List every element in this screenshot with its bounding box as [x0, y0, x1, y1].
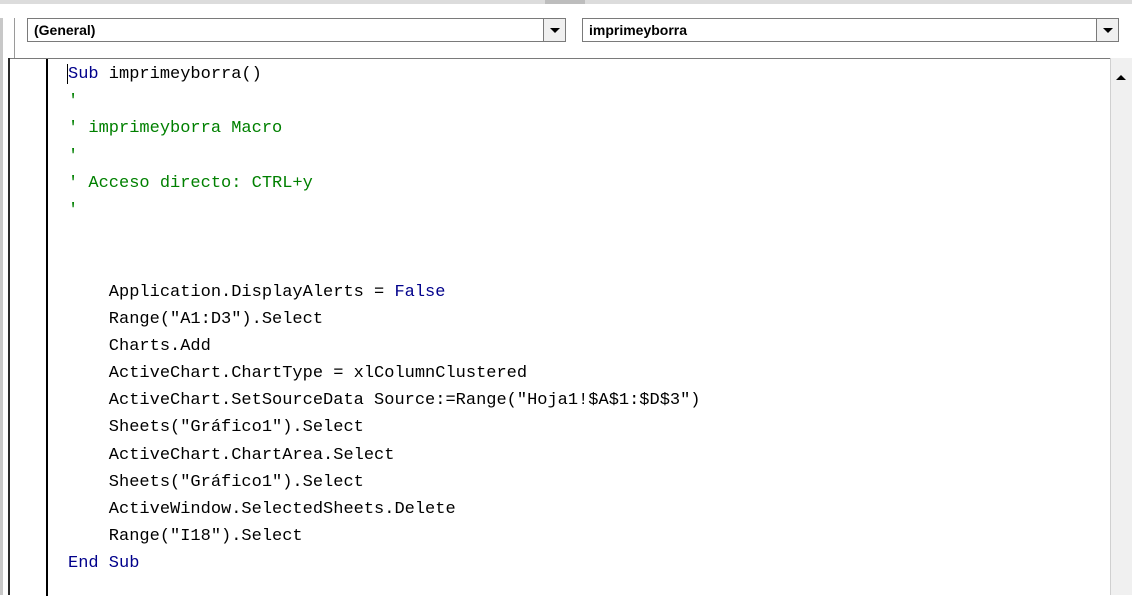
code-text[interactable]: Sub imprimeyborra() ' ' imprimeyborra Macr…: [68, 61, 701, 578]
code-line[interactable]: Sheets("Gráfico1").Select: [68, 414, 701, 441]
code-token: ActiveWindow.SelectedSheets.Delete: [68, 500, 456, 519]
scroll-up-icon: [1116, 75, 1126, 80]
chevron-down-icon: [1103, 28, 1113, 33]
object-combobox-dropdown-button[interactable]: [543, 19, 565, 41]
code-line[interactable]: Range("I18").Select: [68, 523, 701, 550]
code-line[interactable]: [68, 224, 701, 251]
object-combobox-value: (General): [34, 22, 96, 38]
comment-token: ' imprimeyborra Macro: [68, 119, 283, 139]
code-token: Application.DisplayAlerts =: [68, 282, 395, 302]
keyword-token: Sub: [68, 65, 99, 84]
code-line[interactable]: Sheets("Gráfico1").Select: [68, 469, 701, 496]
code-token: imprimeyborra(): [98, 65, 262, 84]
code-line[interactable]: ActiveChart.ChartType = xlColumnClustere…: [68, 360, 701, 387]
code-line[interactable]: ' Acceso directo: CTRL+y: [68, 170, 701, 197]
window-left-edge-inner: [14, 18, 15, 58]
code-line[interactable]: Sub imprimeyborra(): [68, 61, 701, 88]
margin-indicator-bar: [46, 59, 48, 596]
keyword-token: End Sub: [68, 554, 140, 574]
window-left-edge: [0, 18, 3, 595]
code-line[interactable]: ': [68, 143, 701, 170]
vertical-scrollbar[interactable]: [1110, 58, 1132, 595]
code-line[interactable]: ': [68, 88, 701, 115]
procedure-combobox-dropdown-button[interactable]: [1096, 19, 1118, 41]
scroll-up-button[interactable]: [1111, 68, 1132, 88]
procedure-combobox-value: imprimeyborra: [589, 22, 688, 38]
code-line[interactable]: ActiveChart.ChartArea.Select: [68, 442, 701, 469]
code-line[interactable]: Range("A1:D3").Select: [68, 306, 701, 333]
code-token: Range("I18").Select: [68, 527, 303, 547]
comment-token: ' Acceso directo: CTRL+y: [68, 173, 313, 193]
code-line[interactable]: [68, 251, 701, 278]
code-line[interactable]: Application.DisplayAlerts = False: [68, 279, 701, 306]
code-line[interactable]: ActiveChart.SetSourceData Source:=Range(…: [68, 387, 701, 414]
editor-left-border: [8, 58, 10, 595]
code-line[interactable]: End Sub: [68, 550, 701, 577]
procedure-combobox[interactable]: imprimeyborra: [582, 18, 1119, 42]
chevron-down-icon: [550, 28, 560, 33]
code-token: ActiveChart.SetSourceData Source:=Range(…: [68, 391, 701, 411]
code-editor[interactable]: Sub imprimeyborra() ' ' imprimeyborra Macr…: [10, 58, 1110, 596]
code-line[interactable]: ' imprimeyborra Macro: [68, 115, 701, 142]
splitter-handle[interactable]: [545, 0, 585, 4]
code-window-toolbar: (General) imprimeyborra: [0, 0, 1132, 58]
code-token: ActiveChart.ChartArea.Select: [68, 445, 395, 465]
keyword-token: False: [394, 282, 446, 302]
code-token: Charts.Add: [68, 336, 211, 356]
comment-token: ': [68, 92, 79, 112]
code-token: ActiveChart.ChartType = xlColumnClustere…: [68, 364, 528, 384]
code-token: Sheets("Gráfico1").Select: [68, 418, 364, 438]
code-token: Sheets("Gráfico1").Select: [68, 472, 364, 492]
code-line[interactable]: ActiveWindow.SelectedSheets.Delete: [68, 496, 701, 523]
code-token: Range("A1:D3").Select: [68, 309, 324, 329]
object-combobox[interactable]: (General): [27, 18, 566, 42]
comment-token: ': [68, 200, 79, 220]
comment-token: ': [68, 146, 79, 166]
code-line[interactable]: Charts.Add: [68, 333, 701, 360]
code-line[interactable]: ': [68, 197, 701, 224]
